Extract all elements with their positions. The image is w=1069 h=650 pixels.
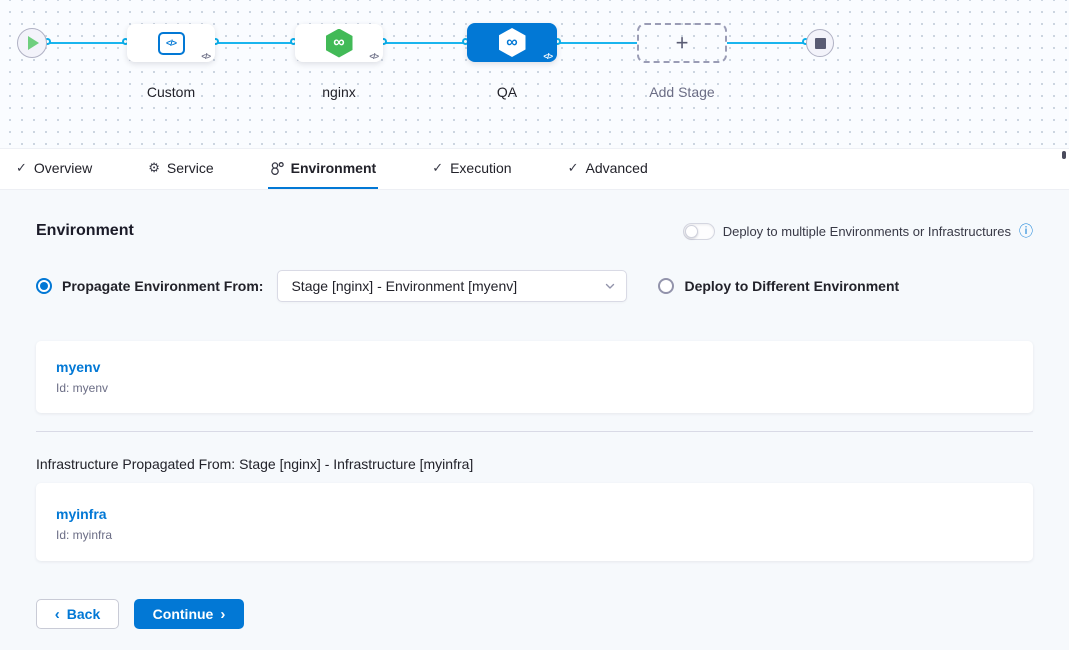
- edge-custom-nginx: [216, 42, 295, 44]
- multi-environments-toggle-label: Deploy to multiple Environments or Infra…: [723, 224, 1011, 239]
- pipeline-canvas[interactable]: </> </> Custom ∞ </> nginx ∞ </> QA + Ad…: [0, 0, 1069, 148]
- stage-node-custom[interactable]: </> </>: [127, 24, 215, 62]
- infrastructure-id: Id: myinfra: [56, 528, 1013, 542]
- tab-label: Overview: [34, 160, 92, 176]
- back-button-label: Back: [67, 606, 100, 622]
- edge-nginx-qa: [384, 42, 467, 44]
- environment-id: Id: myenv: [56, 381, 1013, 395]
- edge-qa-addstage: [558, 42, 637, 44]
- plus-icon: +: [676, 32, 689, 54]
- tab-label: Environment: [291, 160, 377, 176]
- propagate-environment-label: Propagate Environment From:: [62, 278, 263, 294]
- pipeline-start-node[interactable]: [17, 28, 47, 58]
- stage-label-add-stage: Add Stage: [622, 84, 742, 100]
- stage-node-qa[interactable]: ∞ </>: [467, 23, 557, 62]
- gear-icon: ⚙: [148, 160, 160, 176]
- pipeline-end-node[interactable]: [806, 29, 834, 57]
- stage-label-qa: QA: [447, 84, 567, 100]
- section-title: Environment: [36, 222, 134, 240]
- continue-button[interactable]: Continue ›: [134, 599, 244, 629]
- code-icon: </>: [543, 52, 552, 61]
- tab-service[interactable]: ⚙ Service: [146, 149, 215, 189]
- check-icon: ✓: [432, 160, 443, 176]
- select-value: Stage [nginx] - Environment [myenv]: [291, 278, 517, 294]
- tab-overview[interactable]: ✓ Overview: [14, 149, 94, 189]
- infrastructure-card[interactable]: myinfra Id: myinfra: [36, 483, 1033, 561]
- different-environment-radio[interactable]: [658, 278, 674, 294]
- environment-icon: [270, 161, 284, 175]
- code-icon: </>: [201, 52, 210, 61]
- propagate-environment-select[interactable]: Stage [nginx] - Environment [myenv]: [277, 270, 627, 302]
- infrastructure-name-link[interactable]: myinfra: [56, 506, 1013, 522]
- tab-environment[interactable]: Environment: [268, 149, 379, 189]
- continue-button-label: Continue: [153, 606, 214, 622]
- edge-addstage-end: [727, 42, 814, 44]
- add-stage-button[interactable]: +: [637, 23, 727, 63]
- stage-label-custom: Custom: [111, 84, 231, 100]
- different-environment-label: Deploy to Different Environment: [684, 278, 899, 294]
- code-icon: </>: [369, 52, 378, 61]
- infrastructure-propagated-heading: Infrastructure Propagated From: Stage [n…: [36, 456, 1033, 472]
- environment-name-link[interactable]: myenv: [56, 359, 1013, 375]
- custom-stage-icon: </>: [158, 32, 185, 55]
- chevron-left-icon: ‹: [55, 607, 60, 622]
- check-icon: ✓: [16, 160, 27, 176]
- deploy-stage-icon: ∞: [326, 29, 353, 58]
- scrollbar-nub[interactable]: [1062, 151, 1066, 159]
- propagate-environment-radio[interactable]: [36, 278, 52, 294]
- environment-panel: Environment Deploy to multiple Environme…: [0, 190, 1069, 629]
- tab-label: Service: [167, 160, 214, 176]
- tab-advanced[interactable]: ✓ Advanced: [566, 149, 650, 189]
- check-icon: ✓: [568, 160, 579, 176]
- multi-environments-toggle[interactable]: [683, 223, 715, 240]
- tab-label: Execution: [450, 160, 511, 176]
- back-button[interactable]: ‹ Back: [36, 599, 119, 629]
- info-icon[interactable]: ⓘ: [1019, 224, 1033, 238]
- edge-start-custom: [46, 42, 127, 44]
- stage-tabbar: ✓ Overview ⚙ Service Environment ✓ Execu…: [0, 148, 1069, 190]
- environment-card[interactable]: myenv Id: myenv: [36, 341, 1033, 413]
- chevron-right-icon: ›: [220, 607, 225, 622]
- stage-label-nginx: nginx: [279, 84, 399, 100]
- toggle-knob: [685, 225, 698, 238]
- chevron-down-icon: [604, 280, 616, 292]
- play-icon: [28, 36, 39, 50]
- tab-label: Advanced: [585, 160, 647, 176]
- deploy-stage-icon: ∞: [499, 28, 526, 57]
- stop-icon: [815, 38, 826, 49]
- stage-node-nginx[interactable]: ∞ </>: [295, 24, 383, 62]
- divider: [36, 431, 1033, 432]
- tab-execution[interactable]: ✓ Execution: [430, 149, 513, 189]
